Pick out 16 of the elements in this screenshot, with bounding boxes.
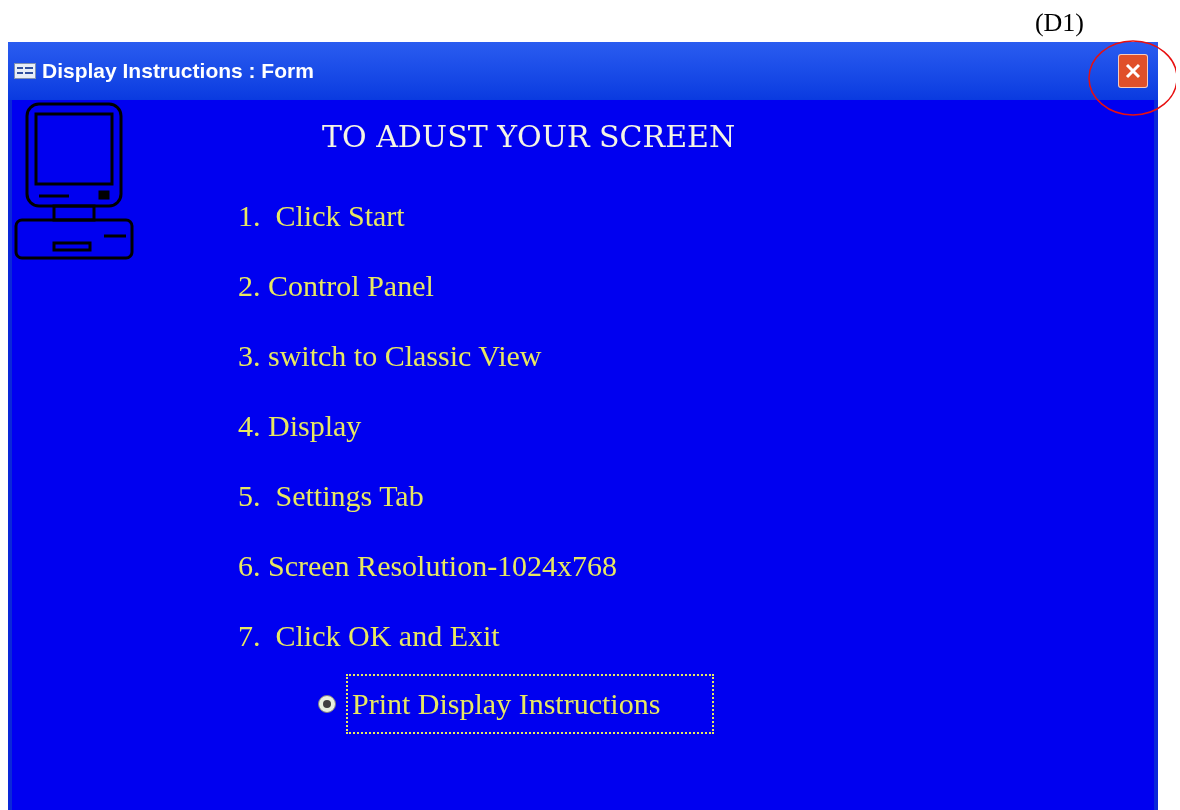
instruction-step: 7. Click OK and Exit xyxy=(222,612,500,658)
instruction-step: 5. Settings Tab xyxy=(222,472,424,518)
radio-button[interactable] xyxy=(318,695,336,713)
form-icon xyxy=(14,63,36,79)
close-button[interactable] xyxy=(1118,54,1148,88)
instruction-step: 1. Click Start xyxy=(222,192,405,238)
print-instructions-button[interactable]: Print Display Instructions xyxy=(346,674,714,734)
computer-icon xyxy=(14,102,136,262)
instruction-step: 4. Display xyxy=(222,402,362,448)
instruction-step: 3. switch to Classic View xyxy=(222,332,542,378)
close-icon xyxy=(1125,63,1141,79)
annotation-label: (D1) xyxy=(1034,8,1084,39)
instruction-step: 2. Control Panel xyxy=(222,262,434,308)
instruction-step: 6. Screen Resolution-1024x768 xyxy=(222,542,618,588)
heading: TO ADUST YOUR SCREEN xyxy=(321,118,737,156)
window-title: Display Instructions : Form xyxy=(42,58,315,85)
